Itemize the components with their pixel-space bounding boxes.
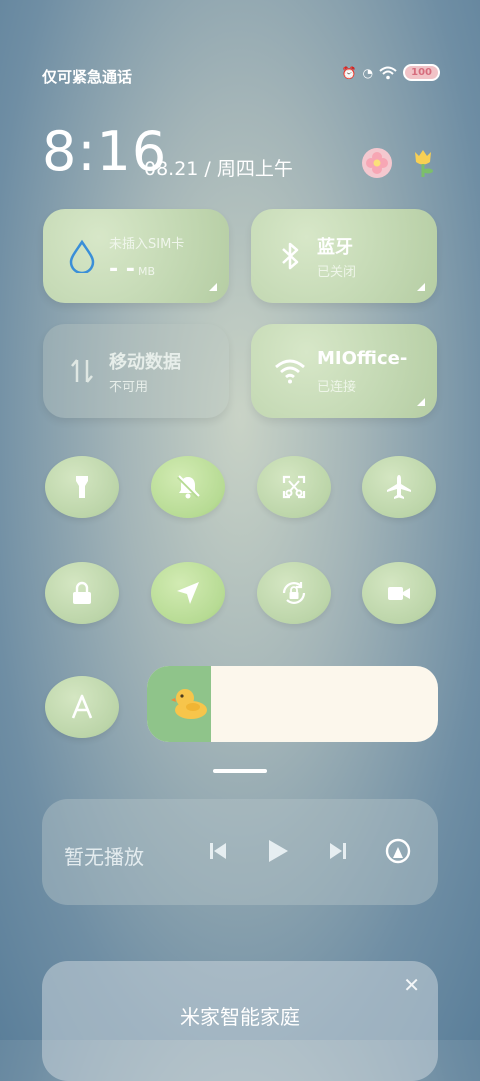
lock-icon bbox=[73, 581, 91, 604]
auto-rotate-toggle[interactable] bbox=[257, 562, 331, 624]
sim-status-text: 未插入SIM卡 bbox=[109, 237, 185, 252]
wifi-tile[interactable]: MIOffice- 已连接 bbox=[251, 324, 437, 418]
bluetooth-icon bbox=[282, 242, 299, 270]
battery-icon: 100 bbox=[403, 64, 440, 81]
close-icon[interactable]: ✕ bbox=[403, 973, 420, 997]
video-icon bbox=[388, 587, 410, 600]
skip-previous-button[interactable] bbox=[204, 837, 232, 865]
wifi-icon bbox=[379, 66, 397, 79]
location-toggle[interactable] bbox=[151, 562, 225, 624]
data-usage-tile[interactable]: 未插入SIM卡 - - MB bbox=[43, 209, 229, 303]
alarm-icon: ⏰ bbox=[341, 65, 357, 80]
duck-icon bbox=[171, 689, 207, 719]
clock-date: 08.21 / 周四上午 bbox=[144, 158, 293, 180]
smart-home-title: 米家智能家庭 bbox=[180, 1005, 300, 1029]
expand-corner-icon bbox=[209, 283, 217, 291]
skip-next-button[interactable] bbox=[324, 837, 352, 865]
wifi-status: 已连接 bbox=[317, 380, 357, 395]
brightness-slider[interactable] bbox=[147, 666, 438, 742]
skip-next-icon bbox=[330, 843, 346, 859]
lock-screen-toggle[interactable] bbox=[45, 562, 119, 624]
smart-home-card[interactable]: ✕ 米家智能家庭 bbox=[42, 961, 438, 1081]
bluetooth-tile[interactable]: 蓝牙 已关闭 bbox=[251, 209, 437, 303]
flower-sticker-icon bbox=[362, 148, 392, 178]
tulip-sticker-icon bbox=[408, 148, 438, 178]
status-icons: ⏰ ◔ 100 bbox=[342, 64, 440, 81]
do-not-disturb-toggle[interactable] bbox=[151, 456, 225, 518]
flashlight-toggle[interactable] bbox=[45, 456, 119, 518]
auto-brightness-toggle[interactable] bbox=[45, 676, 119, 738]
status-carrier-text: 仅可紧急通话 bbox=[42, 68, 133, 86]
drag-handle[interactable] bbox=[213, 769, 267, 773]
mobile-data-tile[interactable]: 移动数据 不可用 bbox=[43, 324, 229, 418]
play-icon bbox=[269, 840, 288, 862]
auto-brightness-icon bbox=[71, 694, 93, 719]
signal-icon: ◔ bbox=[362, 65, 374, 80]
location-icon bbox=[177, 582, 199, 604]
media-status-text: 暂无播放 bbox=[64, 845, 144, 869]
skip-previous-icon bbox=[210, 843, 226, 859]
expand-corner-icon bbox=[417, 283, 425, 291]
do-not-disturb-icon bbox=[176, 475, 200, 499]
media-player-card[interactable]: 暂无播放 bbox=[42, 799, 438, 905]
mobile-data-icon bbox=[71, 359, 93, 383]
screenshot-toggle[interactable] bbox=[257, 456, 331, 518]
water-drop-icon bbox=[69, 239, 95, 273]
wifi-icon bbox=[275, 359, 305, 384]
screen-record-toggle[interactable] bbox=[362, 562, 436, 624]
mobile-data-status: 不可用 bbox=[109, 380, 149, 395]
cast-button[interactable] bbox=[384, 837, 412, 865]
auto-rotate-icon bbox=[282, 582, 306, 604]
screenshot-icon bbox=[282, 475, 306, 499]
cast-icon bbox=[385, 838, 411, 864]
play-button[interactable] bbox=[264, 837, 292, 865]
bluetooth-status: 已关闭 bbox=[317, 265, 357, 280]
expand-corner-icon bbox=[417, 398, 425, 406]
bluetooth-title: 蓝牙 bbox=[317, 237, 353, 258]
flashlight-icon bbox=[76, 476, 88, 498]
airplane-mode-toggle[interactable] bbox=[362, 456, 436, 518]
airplane-icon bbox=[387, 475, 411, 499]
data-usage-value: - - bbox=[109, 257, 135, 282]
wifi-network-name: MIOffice- bbox=[317, 348, 408, 369]
data-usage-unit: MB bbox=[138, 265, 156, 278]
mobile-data-title: 移动数据 bbox=[109, 352, 181, 373]
